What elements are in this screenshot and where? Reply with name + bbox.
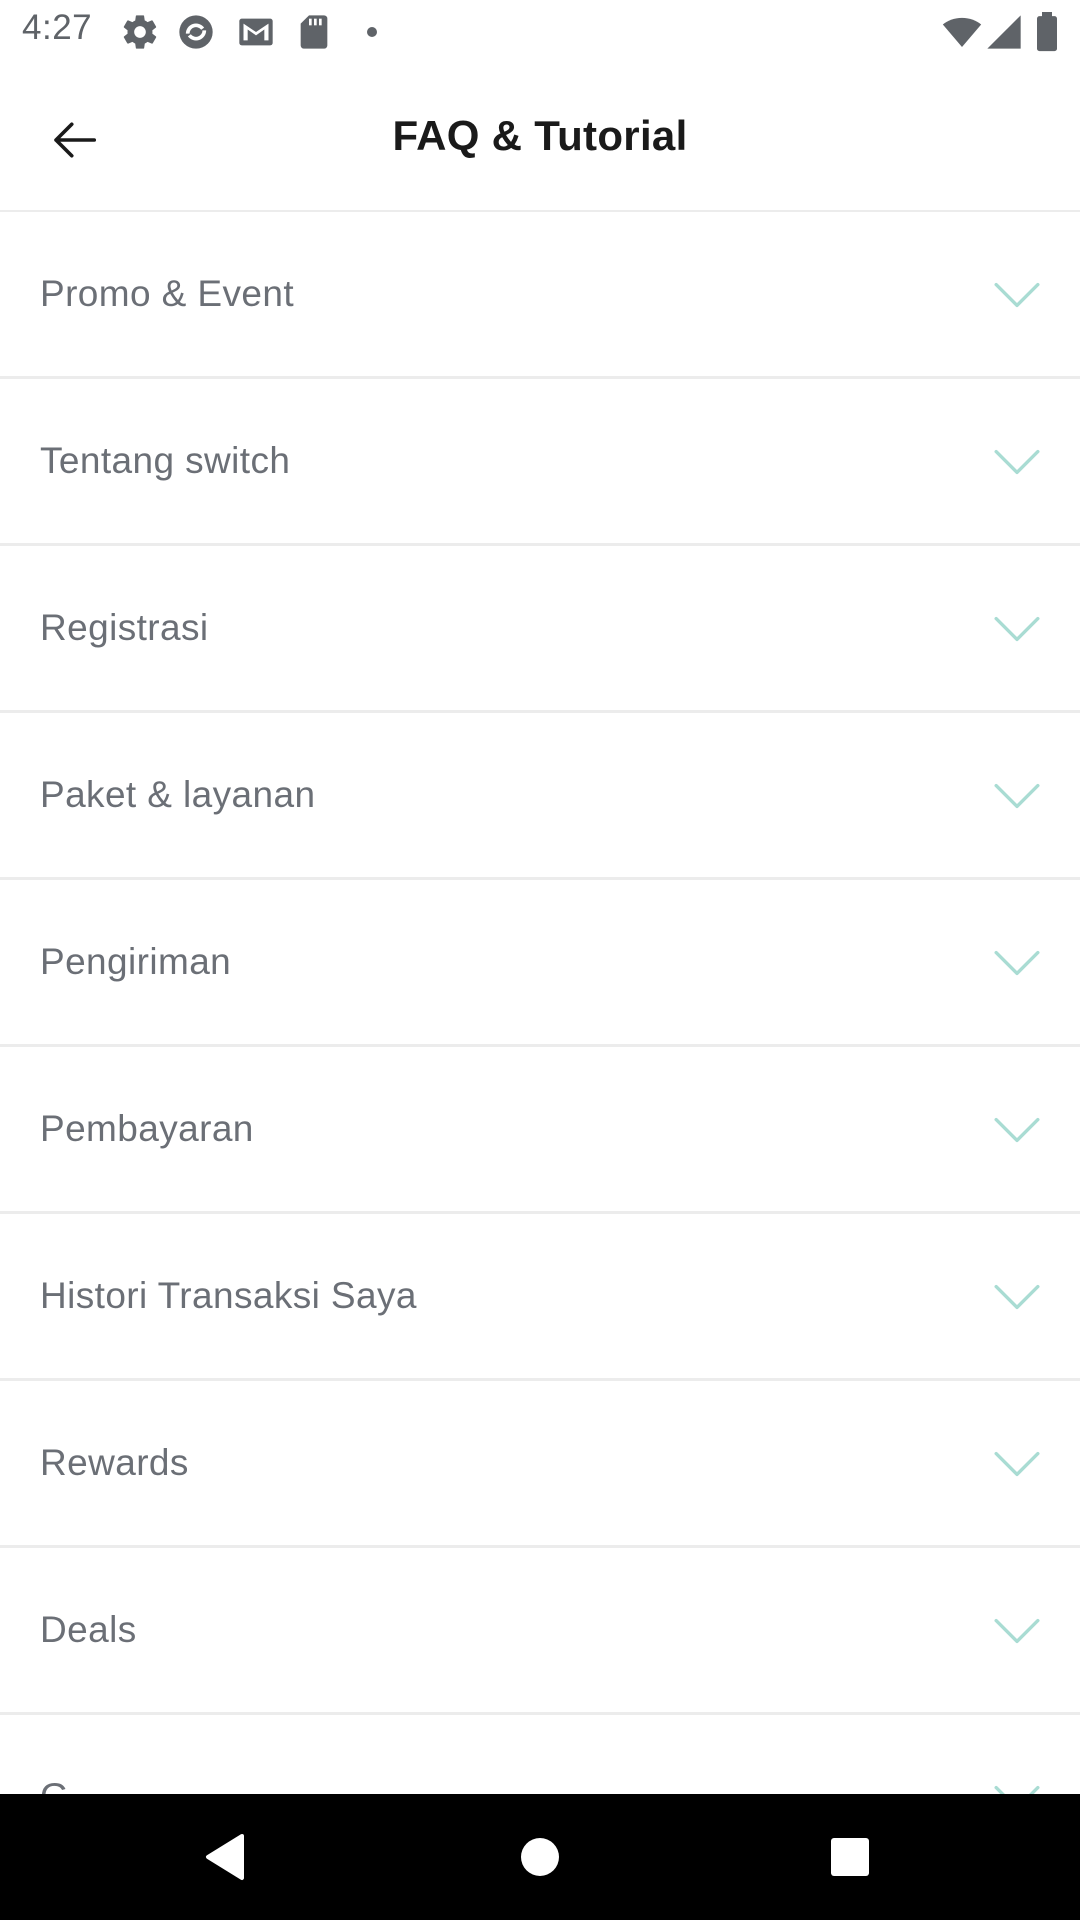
wifi-icon: [940, 12, 984, 52]
faq-item-pengiriman[interactable]: Pengiriman: [0, 880, 1080, 1047]
sd-card-icon: [294, 12, 334, 52]
chevron-down-icon: [992, 1773, 1042, 1794]
system-nav-bar: [0, 1794, 1080, 1920]
battery-icon: [1032, 12, 1062, 52]
faq-item-label: Deals: [40, 1609, 137, 1650]
faq-list: Promo & Event Tentang switch Registrasi …: [0, 212, 1080, 1794]
faq-item-paket-layanan[interactable]: Paket & layanan: [0, 713, 1080, 880]
nav-back-button[interactable]: [190, 1822, 260, 1892]
faq-item-tentang-switch[interactable]: Tentang switch: [0, 379, 1080, 546]
home-circle-icon: [521, 1838, 559, 1876]
faq-item-label: Pengiriman: [40, 941, 232, 982]
faq-item-label: G: [40, 1715, 69, 1794]
chevron-down-icon: [992, 437, 1042, 487]
faq-item-label: Pembayaran: [40, 1108, 254, 1149]
chevron-down-icon: [992, 604, 1042, 654]
chevron-down-icon: [992, 270, 1042, 320]
faq-item-histori-transaksi[interactable]: Histori Transaksi Saya: [0, 1214, 1080, 1381]
status-bar: 4:27: [0, 0, 1080, 62]
faq-item-label: Paket & layanan: [40, 774, 316, 815]
nav-home-button[interactable]: [505, 1822, 575, 1892]
sync-app-icon: [176, 12, 216, 52]
gmail-icon: [236, 12, 276, 52]
status-time: 4:27: [22, 8, 93, 47]
back-triangle-icon: [206, 1834, 244, 1880]
chevron-down-icon: [992, 938, 1042, 988]
faq-item-promo-event[interactable]: Promo & Event: [0, 212, 1080, 379]
chevron-down-icon: [992, 1272, 1042, 1322]
app-header: FAQ & Tutorial: [0, 62, 1080, 213]
faq-item-pembayaran[interactable]: Pembayaran: [0, 1047, 1080, 1214]
recents-square-icon: [831, 1838, 869, 1876]
faq-item-label: Tentang switch: [40, 440, 291, 481]
faq-item-label: Registrasi: [40, 607, 209, 648]
chevron-down-icon: [992, 771, 1042, 821]
faq-item-deals[interactable]: Deals: [0, 1548, 1080, 1715]
faq-item-label: Promo & Event: [40, 273, 295, 314]
gear-icon: [120, 12, 160, 52]
faq-item-rewards[interactable]: Rewards: [0, 1381, 1080, 1548]
chevron-down-icon: [992, 1105, 1042, 1155]
faq-item-label: Histori Transaksi Saya: [40, 1275, 417, 1316]
faq-item-registrasi[interactable]: Registrasi: [0, 546, 1080, 713]
faq-item-label: Rewards: [40, 1442, 189, 1483]
dot-icon: [352, 12, 392, 52]
page-title: FAQ & Tutorial: [392, 112, 688, 159]
faq-item-partial[interactable]: G: [0, 1715, 1080, 1794]
chevron-down-icon: [992, 1439, 1042, 1489]
chevron-down-icon: [992, 1606, 1042, 1656]
signal-icon: [984, 12, 1024, 52]
nav-recents-button[interactable]: [815, 1822, 885, 1892]
